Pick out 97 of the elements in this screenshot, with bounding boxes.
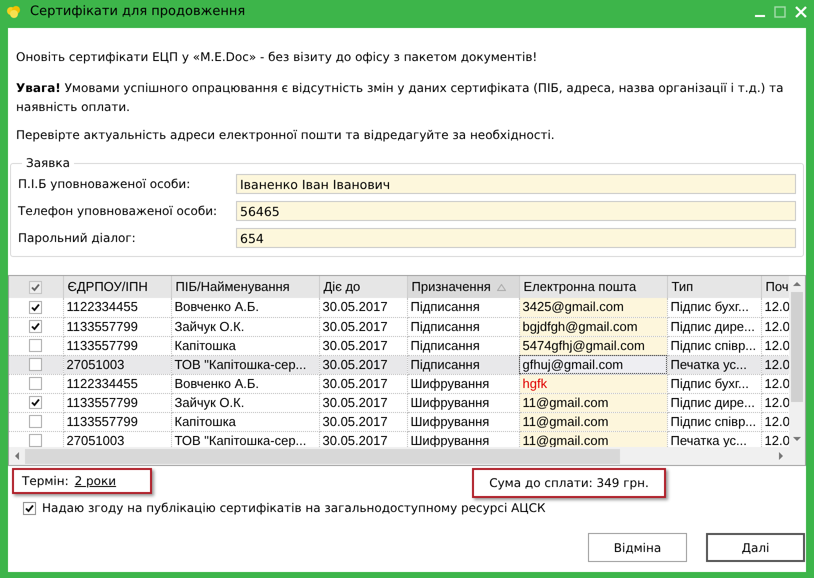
table-cell: Підпис бухг... — [667, 374, 761, 393]
consent-checkbox[interactable] — [23, 502, 36, 514]
table-cell: Підпис бухг... — [667, 298, 761, 317]
row-checkbox[interactable] — [29, 396, 42, 409]
table-row[interactable]: 1133557799 Капітошка 30.05.2017 Підписання 5474gfhj@gmail.com Підпис співр... 12.0 — [9, 336, 789, 355]
row-checkbox[interactable] — [29, 358, 42, 371]
table-cell: Підпис дире... — [667, 317, 761, 336]
checkmark-icon — [31, 282, 40, 292]
table-cell: 27051003 — [63, 355, 171, 374]
scroll-thumb[interactable] — [25, 448, 620, 464]
row-checkbox[interactable] — [29, 300, 42, 314]
row-checkbox[interactable] — [29, 377, 42, 390]
table-cell: 1133557799 — [63, 336, 171, 355]
hint-text: Перевірте актуальність адреси електронної пошти та відредагуйте за необхідності. — [15, 127, 556, 144]
scroll-thumb[interactable] — [791, 292, 803, 402]
table-cell: Підпис дире... — [667, 393, 761, 412]
table-row[interactable]: 27051003 ТОВ "Капітошка-сер... 30.05.2017 Підписання gfhuj@gmail.com Печатка ус... 12.0 — [9, 355, 789, 374]
table-cell: Підпис співр... — [667, 412, 761, 431]
window-title: Сертифікати для продовження — [30, 3, 246, 22]
sort-ascending-icon — [497, 284, 506, 292]
table-row[interactable]: 27051003 ТОВ "Капітошка-сер... 30.05.2017 Шифрування 11@gmail.com Печатка ус... 12.0 — [9, 431, 789, 447]
checkmark-icon — [31, 398, 40, 407]
table-cell: Підпис співр... — [667, 336, 761, 355]
table-cell[interactable]: bgjdfgh@gmail.com — [519, 317, 667, 336]
dialog-button[interactable]: Відміна — [588, 533, 687, 562]
column-header[interactable]: Тип — [667, 276, 761, 298]
table-row[interactable]: 1122334455 Вовченко А.Б. 30.05.2017 Підписання 3425@gmail.com Підпис бухг... 12.0 — [9, 298, 789, 317]
table-cell: Вовченко А.Б. — [171, 374, 319, 393]
column-header[interactable]: ПІБ/Найменування — [171, 276, 319, 298]
select-all-checkbox[interactable] — [29, 280, 42, 294]
column-header[interactable]: Поч — [761, 276, 789, 298]
table-cell[interactable]: gfhuj@gmail.com — [519, 355, 667, 374]
table-cell: Шифрування — [407, 412, 519, 431]
consent-label[interactable]: Надаю згоду на публікацію сертифікатів на загальнодоступному ресурсі АЦСК — [42, 499, 546, 517]
table-cell: Печатка ус... — [667, 355, 761, 374]
table-cell: 1122334455 — [63, 298, 171, 317]
term-label: Термін: — [22, 473, 69, 490]
dialog-button[interactable]: Далі — [706, 533, 805, 562]
table-cell: Зайчук О.К. — [171, 393, 319, 412]
table-row[interactable]: 1133557799 Зайчук О.К. 30.05.2017 Підписання bgjdfgh@gmail.com Підпис дире... 12.0 — [9, 317, 789, 336]
table-cell: Підписання — [407, 336, 519, 355]
maximize-icon[interactable] — [774, 6, 786, 18]
column-header[interactable]: Діє до — [319, 276, 407, 298]
close-icon[interactable] — [794, 5, 808, 19]
table-cell: Шифрування — [407, 393, 519, 412]
table-cell: 30.05.2017 — [319, 393, 407, 412]
row-checkbox[interactable] — [29, 415, 42, 428]
column-header[interactable]: ЄДРПОУ/ІПН — [63, 276, 171, 298]
group-title: Заявка — [25, 155, 71, 172]
table-cell: 1133557799 — [63, 393, 171, 412]
checkmark-icon — [31, 322, 40, 331]
app-logo-icon — [6, 5, 22, 19]
intro-text: Оновіть сертифікати ЕЦП у «M.E.Doc» - без візиту до офісу з пакетом документів! — [15, 49, 538, 66]
column-header[interactable]: Призначення — [407, 276, 519, 298]
table-cell: Капітошка — [171, 412, 319, 431]
warning-text: Увага! Умовами успішного опрацювання є відсутність змін у даних сертифіката (ПІБ, адреса, назва організації і т.д.) та наявність оплати. — [15, 80, 784, 116]
row-checkbox[interactable] — [29, 434, 42, 447]
table-cell: 30.05.2017 — [319, 412, 407, 431]
table-cell: Зайчук О.К. — [171, 317, 319, 336]
table-cell: Капітошка — [171, 336, 319, 355]
table-row[interactable]: 1133557799 Зайчук О.К. 30.05.2017 Шифрування 11@gmail.com Підпис дире... 12.0 — [9, 393, 789, 412]
table-cell: 1122334455 — [63, 374, 171, 393]
table-cell: Підписання — [407, 298, 519, 317]
table-cell: 30.05.2017 — [319, 374, 407, 393]
column-header[interactable]: Електронна пошта — [519, 276, 667, 298]
table-cell: ТОВ "Капітошка-сер... — [171, 355, 319, 374]
input-field[interactable]: Іваненко Іван Іванович — [236, 174, 796, 194]
table-cell: 30.05.2017 — [319, 317, 407, 336]
field-label: Телефон уповноваженої особи: — [18, 203, 218, 220]
field-label: Парольний діалог: — [18, 230, 137, 247]
total-amount: Сума до сплати: 349 грн. — [489, 475, 649, 492]
field-label: П.І.Б уповноваженої особи: — [18, 176, 192, 193]
table-cell[interactable]: 11@gmail.com — [519, 431, 667, 447]
checkmark-icon — [25, 504, 34, 512]
table-cell: 30.05.2017 — [319, 355, 407, 374]
horizontal-scrollbar[interactable] — [9, 447, 805, 465]
table-cell: 1133557799 — [63, 412, 171, 431]
table-cell[interactable]: 5474gfhj@gmail.com — [519, 336, 667, 355]
row-checkbox[interactable] — [29, 339, 42, 352]
table-cell[interactable]: hgfk — [519, 374, 667, 393]
row-checkbox[interactable] — [29, 320, 42, 333]
table-row[interactable]: 1122334455 Вовченко А.Б. 30.05.2017 Шифрування hgfk Підпис бухг... 12.0 — [9, 374, 789, 393]
table-cell: 1133557799 — [63, 317, 171, 336]
table-row[interactable]: 1133557799 Капітошка 30.05.2017 Шифрування 11@gmail.com Підпис співр... 12.0 — [9, 412, 789, 431]
table-cell: Шифрування — [407, 374, 519, 393]
input-field[interactable]: 56465 — [236, 201, 796, 221]
table-cell[interactable]: 11@gmail.com — [519, 393, 667, 412]
table-cell: Підписання — [407, 317, 519, 336]
table-cell[interactable]: 11@gmail.com — [519, 412, 667, 431]
checkmark-icon — [31, 302, 40, 312]
input-field[interactable]: 654 — [236, 228, 796, 248]
table-cell[interactable]: 3425@gmail.com — [519, 298, 667, 317]
table-cell: Вовченко А.Б. — [171, 298, 319, 317]
table-cell: 30.05.2017 — [319, 298, 407, 317]
vertical-scrollbar[interactable] — [789, 276, 805, 447]
term-link[interactable]: 2 роки — [74, 472, 116, 490]
table-cell: 30.05.2017 — [319, 336, 407, 355]
